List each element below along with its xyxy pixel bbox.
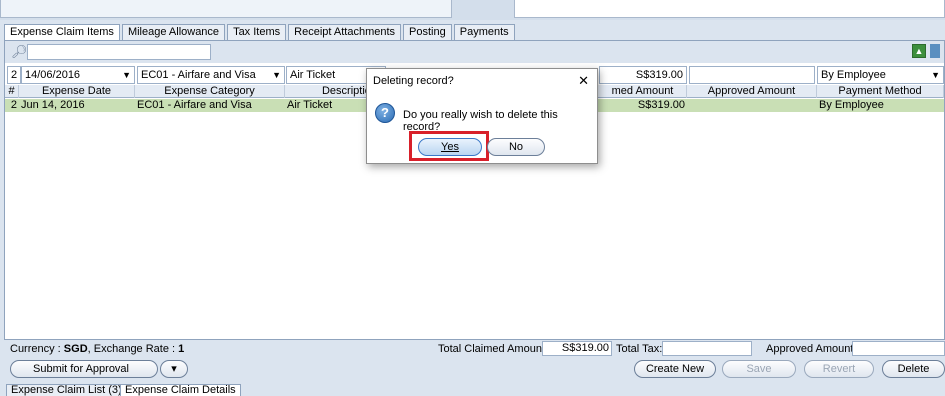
top-right-field: [514, 0, 945, 18]
tab-expense-claim-items[interactable]: Expense Claim Items: [4, 24, 120, 40]
tab-mileage-allowance[interactable]: Mileage Allowance: [121, 24, 226, 40]
grid-options-icon[interactable]: [930, 44, 940, 58]
tab-posting[interactable]: Posting: [403, 24, 452, 40]
summary-bar: Currency : SGD, Exchange Rate : 1 Total …: [0, 340, 945, 357]
delete-button[interactable]: Delete: [882, 360, 945, 378]
tab-payments[interactable]: Payments: [453, 24, 515, 40]
column-header-claimed-amount[interactable]: med Amount: [599, 85, 687, 98]
currency-value: SGD: [63, 343, 88, 355]
row-expense-category: EC01 - Airfare and Visa: [137, 99, 252, 111]
rate-label: , Exchange Rate :: [87, 343, 179, 355]
tab-expense-claim-list[interactable]: Expense Claim List (3): [6, 384, 127, 396]
top-strip: [0, 0, 945, 20]
expense-category-value: EC01 - Airfare and Visa: [141, 69, 256, 81]
submit-options-button[interactable]: ▾: [160, 360, 188, 378]
magnifier-icon: 🔎︎: [11, 44, 28, 59]
column-header-number[interactable]: #: [5, 85, 19, 98]
chevron-down-icon: ▾: [171, 363, 177, 375]
create-new-button[interactable]: Create New: [634, 360, 716, 378]
bottom-tabs: Expense Claim List (3) Expense Claim Det…: [0, 384, 945, 396]
dialog-message: Do you really wish to delete this record…: [403, 109, 558, 133]
detail-tabs: Expense Claim Items Mileage Allowance Ta…: [4, 24, 517, 40]
expense-category-select[interactable]: EC01 - Airfare and Visa ▼: [137, 66, 285, 84]
total-claimed-label: Total Claimed Amount:: [438, 343, 549, 355]
payment-method-select[interactable]: By Employee ▼: [817, 66, 944, 84]
close-icon[interactable]: ✕: [578, 73, 589, 89]
approved-amount-label: Approved Amount:: [766, 343, 857, 355]
tab-receipt-attachments[interactable]: Receipt Attachments: [288, 24, 402, 40]
chevron-down-icon[interactable]: ▼: [931, 67, 940, 83]
row-claimed-amount: S$319.00: [637, 99, 685, 111]
chevron-down-icon[interactable]: ▼: [272, 67, 281, 83]
revert-button[interactable]: Revert: [804, 360, 874, 378]
edit-row-number: 2: [7, 66, 21, 84]
no-button[interactable]: No: [487, 138, 545, 156]
column-header-expense-date[interactable]: Expense Date: [19, 85, 135, 98]
action-bar: Submit for Approval ▾ Create New Save Re…: [0, 357, 945, 381]
approved-amount-input[interactable]: [689, 66, 815, 84]
currency-label: Currency :: [10, 343, 64, 355]
top-left-field: [0, 0, 452, 18]
total-tax-label: Total Tax:: [616, 343, 663, 355]
tab-tax-items[interactable]: Tax Items: [227, 24, 287, 40]
row-expense-date: Jun 14, 2016: [21, 99, 85, 111]
submit-label: Submit for Approval: [33, 363, 129, 375]
row-payment-method: By Employee: [819, 99, 884, 111]
approved-amount-field: [852, 341, 945, 356]
currency-info: Currency : SGD, Exchange Rate : 1: [10, 343, 184, 355]
column-header-expense-category[interactable]: Expense Category: [135, 85, 285, 98]
total-claimed-field: S$319.00: [542, 341, 612, 356]
question-icon: ?: [375, 103, 395, 123]
total-tax-field: [662, 341, 752, 356]
column-header-approved-amount[interactable]: Approved Amount: [687, 85, 817, 98]
expense-date-picker[interactable]: 14/06/2016 ▼: [21, 66, 135, 84]
save-button[interactable]: Save: [722, 360, 796, 378]
chevron-down-icon[interactable]: ▼: [122, 67, 131, 83]
search-input[interactable]: [27, 44, 211, 60]
yes-button[interactable]: Yes: [418, 138, 482, 156]
search-row: 🔎︎ ▲: [5, 41, 944, 63]
claimed-amount-input[interactable]: S$319.00: [599, 66, 687, 84]
payment-method-value: By Employee: [821, 69, 886, 81]
row-number: 2: [10, 99, 17, 111]
row-approved-amount: [687, 99, 817, 112]
tab-expense-claim-details[interactable]: Expense Claim Details: [120, 384, 241, 396]
dialog-title: Deleting record?: [373, 75, 454, 87]
submit-for-approval-button[interactable]: Submit for Approval: [10, 360, 158, 378]
rate-value: 1: [178, 343, 185, 355]
column-header-payment-method[interactable]: Payment Method: [817, 85, 944, 98]
export-icon[interactable]: ▲: [912, 44, 926, 58]
expense-date-value: 14/06/2016: [25, 69, 81, 81]
delete-confirm-dialog: Deleting record? ✕ ? Do you really wish …: [366, 68, 598, 164]
